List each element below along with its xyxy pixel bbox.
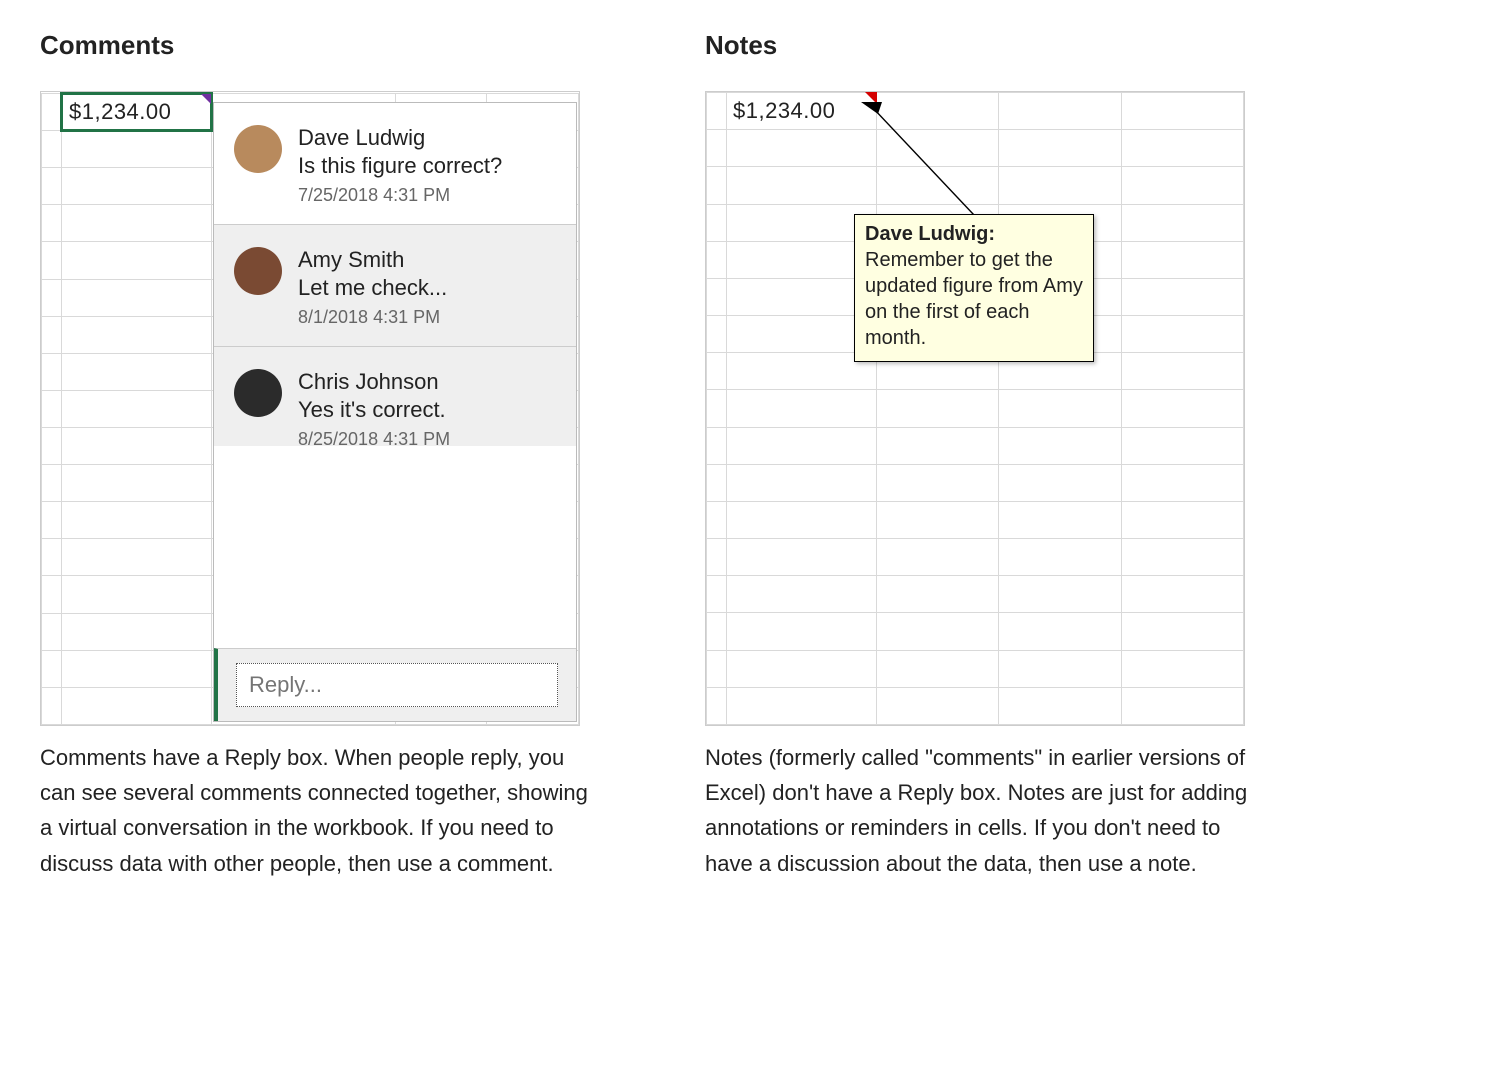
comment-text: Is this figure correct? xyxy=(298,153,502,179)
notes-illustration: $1,234.00 Dave Ludwig: Remember to get t… xyxy=(705,91,1245,726)
note-box: Dave Ludwig: Remember to get the updated… xyxy=(854,214,1094,362)
avatar xyxy=(234,247,282,295)
reply-row xyxy=(214,648,576,721)
comment-entry: Chris JohnsonYes it's correct. 8/25/2018 … xyxy=(214,346,576,446)
avatar xyxy=(234,125,282,173)
comment-text: Yes it's correct. xyxy=(298,397,450,423)
notes-description: Notes (formerly called "comments" in ear… xyxy=(705,740,1260,881)
notes-heading: Notes xyxy=(705,30,1260,61)
comment-author: Dave Ludwig xyxy=(298,125,502,151)
selected-cell[interactable]: $1,234.00 xyxy=(62,94,212,131)
comments-heading: Comments xyxy=(40,30,595,61)
note-indicator-icon xyxy=(865,92,877,104)
note-author: Dave Ludwig: xyxy=(865,223,995,245)
comment-entry: Dave LudwigIs this figure correct? 7/25/2… xyxy=(214,103,576,224)
notes-section: Notes $1,234.00 Dave Ludwig: Remember to… xyxy=(705,30,1260,903)
note-text: Remember to get the updated figure from … xyxy=(865,249,1083,349)
comment-text: Let me check... xyxy=(298,275,447,301)
comments-description: Comments have a Reply box. When people r… xyxy=(40,740,595,881)
comment-thread: Dave LudwigIs this figure correct? 7/25/2… xyxy=(213,102,577,722)
comment-time: 8/1/2018 4:31 PM xyxy=(298,307,447,328)
comment-indicator-icon xyxy=(201,94,211,104)
comments-illustration: $1,234.00 Dave LudwigIs this figure corr… xyxy=(40,91,580,726)
comment-author: Amy Smith xyxy=(298,247,447,273)
reply-input[interactable] xyxy=(236,663,558,707)
comment-time: 8/25/2018 4:31 PM xyxy=(298,429,450,446)
comment-time: 7/25/2018 4:31 PM xyxy=(298,185,502,206)
spreadsheet-grid: $1,234.00 xyxy=(706,92,1244,725)
comment-entry: Amy SmithLet me check... 8/1/2018 4:31 PM xyxy=(214,224,576,346)
avatar xyxy=(234,369,282,417)
annotated-cell[interactable]: $1,234.00 xyxy=(727,93,877,130)
comment-author: Chris Johnson xyxy=(298,369,450,395)
comments-section: Comments $1,234.00 Dave LudwigIs this fi… xyxy=(40,30,595,903)
